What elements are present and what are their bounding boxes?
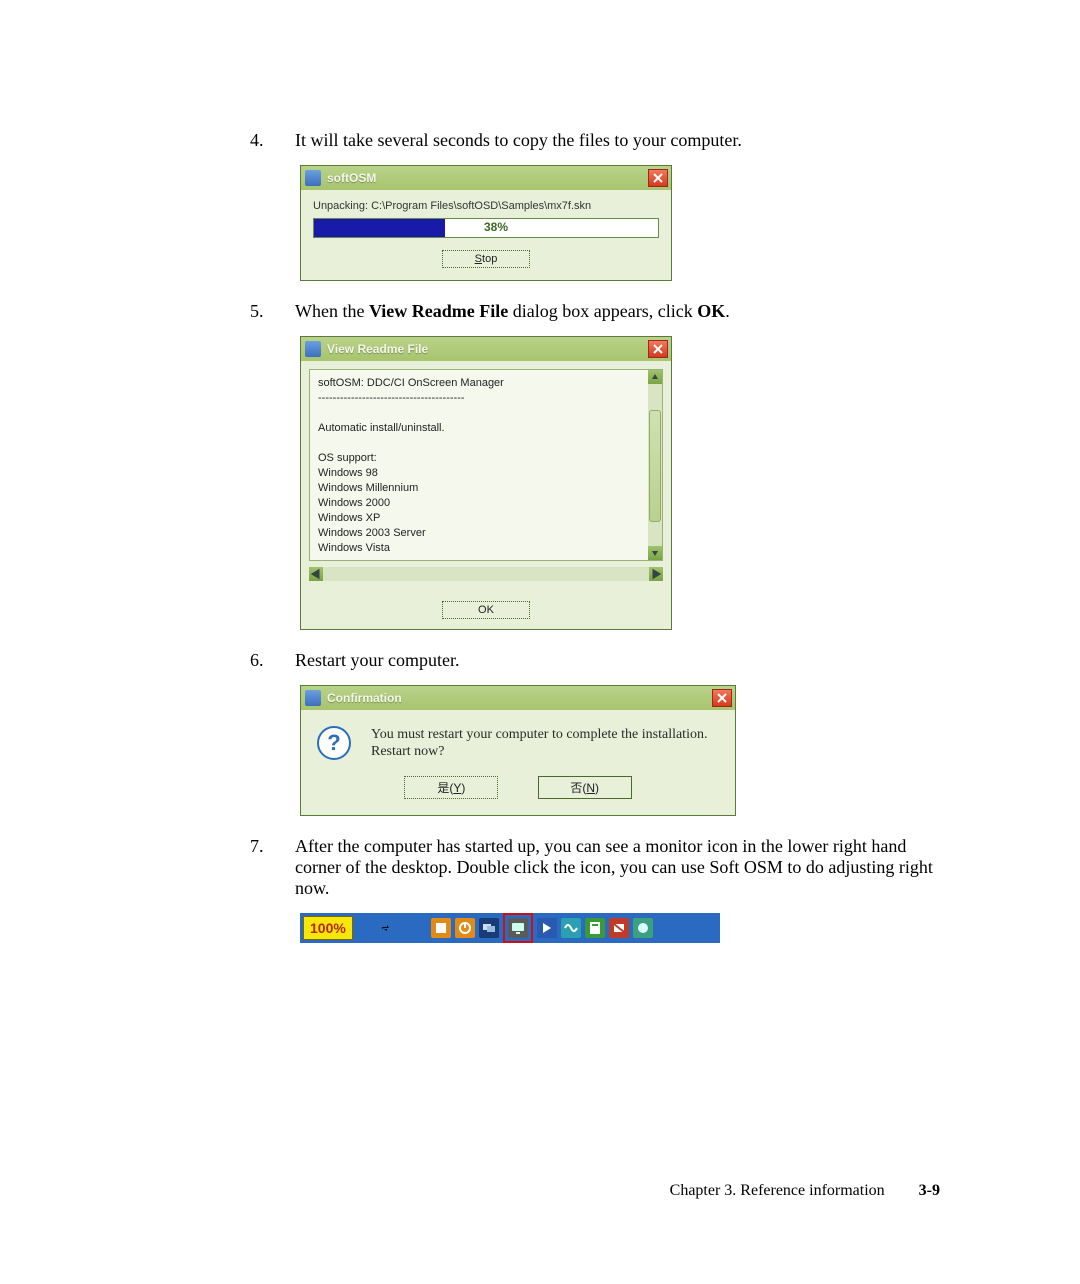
tray-icon[interactable]	[431, 918, 451, 938]
step-4-num: 4.	[250, 130, 295, 151]
app-icon	[305, 690, 321, 706]
close-icon[interactable]	[648, 169, 668, 187]
scrollbar-horizontal[interactable]	[309, 567, 663, 581]
title-text: View Readme File	[327, 342, 648, 356]
readme-content: softOSM: DDC/CI OnScreen Manager -------…	[310, 370, 662, 561]
step-7-text: After the computer has started up, you c…	[295, 836, 940, 899]
tray-icon[interactable]	[455, 918, 475, 938]
no-button[interactable]: 否(N)	[538, 776, 632, 799]
scroll-down-icon[interactable]	[648, 546, 662, 560]
soft-osm-monitor-icon[interactable]	[508, 918, 528, 938]
tray-icon[interactable]	[585, 918, 605, 938]
app-icon	[305, 170, 321, 186]
step-7: 7. After the computer has started up, yo…	[250, 836, 940, 899]
progress-percent: 38%	[484, 220, 508, 234]
step-6-num: 6.	[250, 650, 295, 671]
step-4-text: It will take several seconds to copy the…	[295, 130, 940, 151]
step-5: 5. When the View Readme File dialog box …	[250, 301, 940, 322]
readme-textarea[interactable]: softOSM: DDC/CI OnScreen Manager -------…	[309, 369, 663, 561]
title-text: Confirmation	[327, 691, 712, 705]
question-icon: ?	[317, 726, 351, 760]
tray-icon[interactable]	[633, 918, 653, 938]
unpack-text: Unpacking: C:\Program Files\softOSD\Samp…	[313, 200, 659, 212]
close-icon[interactable]	[648, 340, 668, 358]
progress-fill	[314, 219, 445, 237]
footer-page: 3-9	[919, 1182, 940, 1199]
tray-icon[interactable]	[479, 918, 499, 938]
tray-icon[interactable]	[561, 918, 581, 938]
title-text: softOSM	[327, 171, 648, 185]
view-readme-dialog: View Readme File softOSM: DDC/CI OnScree…	[300, 336, 672, 630]
power-icon[interactable]	[377, 918, 397, 938]
taskbar-tray: 100%	[300, 913, 720, 943]
footer-chapter: Chapter 3. Reference information	[670, 1182, 885, 1199]
ok-button[interactable]: OK	[442, 601, 530, 619]
page-footer: Chapter 3. Reference information 3-9	[670, 1182, 940, 1200]
progress-bar: 38%	[313, 218, 659, 238]
scroll-left-icon[interactable]	[309, 567, 323, 581]
step-6: 6. Restart your computer.	[250, 650, 940, 671]
step-5-num: 5.	[250, 301, 295, 322]
step-5-text: When the View Readme File dialog box app…	[295, 301, 940, 322]
monitor-icon-highlight	[503, 913, 533, 943]
confirmation-dialog: Confirmation ? You must restart your com…	[300, 685, 736, 816]
softosm-progress-dialog: softOSM Unpacking: C:\Program Files\soft…	[300, 165, 672, 281]
tray-icon[interactable]	[537, 918, 557, 938]
step-7-num: 7.	[250, 836, 295, 899]
titlebar[interactable]: View Readme File	[301, 337, 671, 361]
close-icon[interactable]	[712, 689, 732, 707]
stop-button[interactable]: Stop	[442, 250, 530, 268]
step-6-text: Restart your computer.	[295, 650, 940, 671]
titlebar[interactable]: Confirmation	[301, 686, 735, 710]
scrollbar-vertical[interactable]	[648, 370, 662, 560]
tray-icon[interactable]	[609, 918, 629, 938]
scroll-right-icon[interactable]	[649, 567, 663, 581]
yes-button[interactable]: 是(Y)	[404, 776, 498, 799]
confirm-text: You must restart your computer to comple…	[371, 726, 707, 760]
step-4: 4. It will take several seconds to copy …	[250, 130, 940, 151]
titlebar[interactable]: softOSM	[301, 166, 671, 190]
scroll-thumb[interactable]	[649, 410, 661, 522]
app-icon	[305, 341, 321, 357]
zoom-badge: 100%	[303, 916, 353, 940]
scroll-up-icon[interactable]	[648, 370, 662, 384]
